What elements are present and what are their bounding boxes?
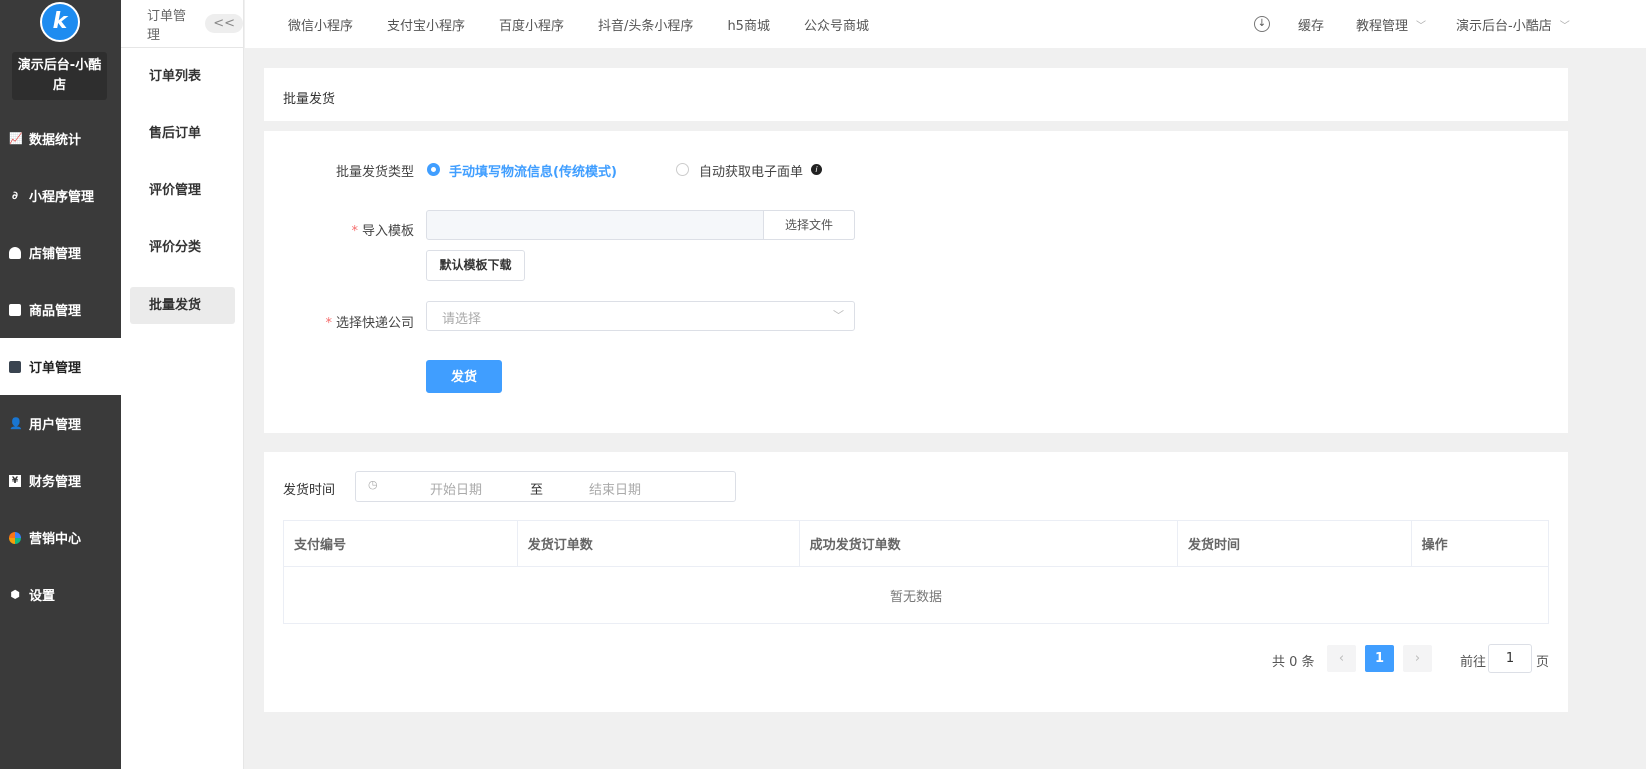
- page-1[interactable]: 1: [1365, 645, 1394, 672]
- tab-wechat[interactable]: 微信小程序: [288, 15, 353, 34]
- radio-auto[interactable]: [676, 163, 689, 176]
- chevron-down-icon: ﹀: [1559, 20, 1570, 32]
- chevron-down-icon: ﹀: [1416, 20, 1426, 32]
- sidebar-item-stats[interactable]: 📈 数据统计: [0, 110, 121, 167]
- option-auto[interactable]: 自动获取电子面单: [699, 161, 803, 180]
- tab-baidu[interactable]: 百度小程序: [499, 15, 564, 34]
- subnav-reviews[interactable]: 评价管理: [130, 172, 235, 209]
- template-label: * 导入模板: [351, 224, 414, 239]
- clipboard-icon: [9, 360, 21, 373]
- tab-alipay[interactable]: 支付宝小程序: [387, 15, 465, 34]
- label: 数据统计: [29, 133, 82, 148]
- top-bar: 微信小程序 支付宝小程序 百度小程序 抖音/头条小程序 h5商城 公众号商城 ↓…: [245, 0, 1646, 48]
- sidebar-item-orders[interactable]: 订单管理: [0, 338, 121, 395]
- label: 订单管理: [29, 361, 82, 376]
- download-icon[interactable]: ↓: [1253, 16, 1270, 32]
- clock-icon: ◷: [368, 478, 378, 491]
- label: 用户管理: [29, 418, 82, 433]
- label: 店铺管理: [29, 247, 82, 262]
- option-manual[interactable]: 手动填写物流信息(传统模式): [449, 161, 617, 180]
- filter-label: 发货时间: [283, 483, 336, 498]
- main-sidebar: k 演示后台-小酷店 📈 数据统计 ∂ 小程序管理 店铺管理 商品管理 订单管理 👤…: [0, 0, 121, 769]
- courier-label: * 选择快递公司: [325, 316, 414, 331]
- shop-name[interactable]: 演示后台-小酷店: [12, 52, 107, 100]
- info-icon[interactable]: i: [811, 164, 822, 175]
- placeholder: 请选择: [442, 312, 482, 327]
- range-separator: 至: [530, 483, 544, 498]
- sidebar-item-finance[interactable]: ¥ 财务管理: [0, 452, 121, 509]
- chevron-down-icon: ﹀: [833, 309, 844, 322]
- account-menu[interactable]: 演示后台-小酷店: [1456, 15, 1552, 34]
- batch-shipping-form: 批量发货类型 手动填写物流信息(传统模式) 自动获取电子面单 i * 导入模板 选…: [264, 131, 1568, 433]
- cache-button[interactable]: 缓存: [1298, 15, 1324, 34]
- chart-icon: 📈: [9, 131, 23, 145]
- label: 营销中心: [29, 532, 82, 547]
- tab-h5[interactable]: h5商城: [727, 15, 770, 34]
- column-header: 发货订单数: [516, 520, 800, 567]
- column-header: 支付编号: [283, 520, 518, 567]
- sidebar-item-store[interactable]: 店铺管理: [0, 224, 121, 281]
- date-range-picker[interactable]: ◷ 开始日期 至 结束日期: [355, 471, 736, 502]
- sub-sidebar: 订单管理 << 订单列表 售后订单 评价管理 评价分类 批量发货: [121, 0, 244, 769]
- page-title: 批量发货: [283, 92, 336, 107]
- label: 财务管理: [29, 475, 82, 490]
- type-label: 批量发货类型: [335, 165, 414, 180]
- start-date[interactable]: 开始日期: [430, 479, 482, 498]
- subnav-review-categories[interactable]: 评价分类: [130, 229, 235, 266]
- page-suffix: 页: [1536, 655, 1550, 670]
- sidebar-item-goods[interactable]: 商品管理: [0, 281, 121, 338]
- logo: k: [40, 2, 80, 42]
- download-template-button[interactable]: 默认模板下载: [426, 250, 525, 281]
- subnav-batch-shipping[interactable]: 批量发货: [130, 287, 235, 324]
- end-date[interactable]: 结束日期: [589, 479, 641, 498]
- label: 设置: [29, 589, 56, 604]
- subnav-order-list[interactable]: 订单列表: [130, 58, 235, 95]
- goto-label: 前往: [1460, 655, 1487, 670]
- sidebar-item-users[interactable]: 👤 用户管理: [0, 395, 121, 452]
- tab-official-account[interactable]: 公众号商城: [804, 15, 869, 34]
- tab-douyin[interactable]: 抖音/头条小程序: [598, 15, 693, 34]
- marketing-icon: [9, 531, 21, 544]
- courier-select[interactable]: 请选择 ﹀: [426, 301, 855, 331]
- prev-page-button[interactable]: ‹: [1327, 645, 1356, 672]
- bag-icon: [9, 303, 21, 316]
- ship-button[interactable]: 发货: [426, 360, 502, 393]
- label: 商品管理: [29, 304, 82, 319]
- records-table: 支付编号 发货订单数 成功发货订单数 发货时间 操作 暂无数据: [283, 520, 1550, 624]
- column-header: 成功发货订单数: [798, 520, 1178, 567]
- gear-icon: ⬢: [10, 587, 20, 601]
- column-header: 发货时间: [1176, 520, 1412, 567]
- store-icon: [9, 246, 21, 259]
- radio-manual[interactable]: [427, 163, 440, 176]
- label: 小程序管理: [29, 190, 95, 205]
- next-page-button[interactable]: ›: [1403, 645, 1432, 672]
- sidebar-item-marketing[interactable]: 营销中心: [0, 509, 121, 566]
- collapse-button[interactable]: <<: [205, 14, 243, 33]
- sidebar-item-settings[interactable]: ⬢ 设置: [0, 566, 121, 623]
- shipping-records: 发货时间 ◷ 开始日期 至 结束日期 支付编号 发货订单数 成功发货订单数 发货…: [264, 452, 1568, 712]
- user-icon: 👤: [9, 416, 23, 430]
- column-header: 操作: [1410, 520, 1550, 567]
- choose-file-button[interactable]: 选择文件: [763, 210, 855, 240]
- page-header: 批量发货: [264, 68, 1568, 121]
- subnav-title: 订单管理: [147, 8, 187, 43]
- total-count: 共 0 条: [1272, 655, 1315, 670]
- tutorial-menu[interactable]: 教程管理: [1356, 15, 1408, 34]
- finance-icon: ¥: [9, 474, 21, 487]
- goto-page-input[interactable]: 1: [1488, 644, 1532, 673]
- empty-text: 暂无数据: [283, 566, 1549, 624]
- subnav-after-sales[interactable]: 售后订单: [130, 115, 235, 152]
- sidebar-item-miniprogram[interactable]: ∂ 小程序管理: [0, 167, 121, 224]
- link-icon: ∂: [12, 188, 18, 202]
